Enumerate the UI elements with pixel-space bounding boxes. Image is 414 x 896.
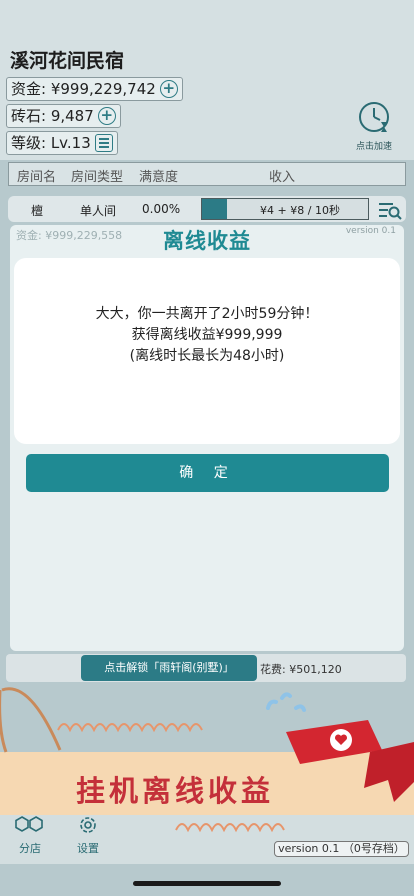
bricks-label: 砖石: 9,487 xyxy=(11,107,94,125)
search-list-icon[interactable] xyxy=(378,202,402,220)
speed-up-label: 点击加速 xyxy=(355,142,392,152)
message-line-earnings: 获得离线收益¥999,999 xyxy=(131,327,283,343)
heart-icon xyxy=(334,734,348,745)
room-table-header: 房间名 房间类型 满意度 收入 xyxy=(8,162,406,186)
message-line-away: 大大，你一共离开了2小时59分钟！ xyxy=(95,306,319,322)
plus-icon[interactable]: + xyxy=(97,107,116,125)
home-indicator xyxy=(133,881,281,886)
dialog-title: 离线收益 xyxy=(163,229,251,253)
clock-icon xyxy=(359,102,389,132)
save-slot-version[interactable]: version 0.1 （0号存档） xyxy=(274,841,409,857)
level-stat: 等级: Lv.13 xyxy=(6,131,118,155)
plus-icon[interactable]: + xyxy=(159,80,178,98)
tab-settings-label: 设置 xyxy=(77,842,99,855)
list-icon[interactable] xyxy=(94,134,113,152)
page-title: 溪河花间民宿 xyxy=(10,50,125,72)
room-name: 檀 xyxy=(31,204,44,218)
column-room-name: 房间名 xyxy=(17,170,57,185)
promo-banner-text: 挂机离线收益 xyxy=(75,774,274,808)
funds-label: 资金: ¥999,229,742 xyxy=(11,80,156,98)
speed-up-button[interactable]: 点击加速 xyxy=(352,100,396,152)
message-line-limit: (离线时长最长为48小时) xyxy=(129,348,285,364)
income-progress-fill xyxy=(202,199,227,219)
income-progress-bar: ¥4 + ¥8 / 10秒 xyxy=(201,198,369,220)
room-type: 单人间 xyxy=(80,204,117,218)
bricks-stat: 砖石: 9,487 + xyxy=(6,104,121,128)
funds-stat: 资金: ¥999,229,742 + xyxy=(6,77,183,101)
unlock-cost: 花费: ¥501,120 xyxy=(260,663,342,676)
column-satisfaction: 满意度 xyxy=(139,170,179,185)
confirm-button[interactable]: 确 定 xyxy=(26,454,389,492)
column-income: 收入 xyxy=(269,170,296,185)
promo-banner xyxy=(0,687,414,833)
unlock-room-button[interactable]: 点击解锁「雨轩阁(别墅)」 xyxy=(81,655,257,681)
room-satisfaction: 0.00% xyxy=(142,202,181,216)
income-text: ¥4 + ¥8 / 10秒 xyxy=(260,204,340,217)
level-label: 等级: Lv.13 xyxy=(11,134,91,152)
table-row[interactable]: 檀 单人间 0.00% ¥4 + ¥8 / 10秒 xyxy=(8,196,406,222)
tab-branch-label: 分店 xyxy=(19,842,41,855)
dialog-message: 大大，你一共离开了2小时59分钟！ 获得离线收益¥999,999 (离线时长最长… xyxy=(14,258,400,444)
column-room-type: 房间类型 xyxy=(71,170,124,185)
